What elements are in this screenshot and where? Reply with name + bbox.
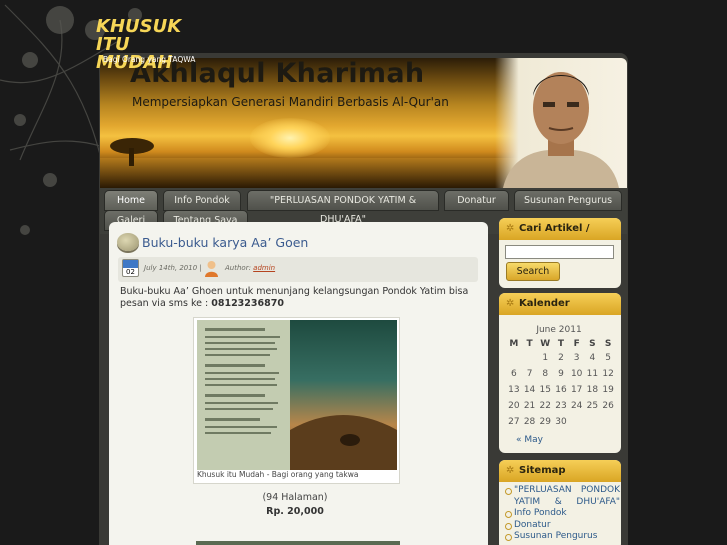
- image-caption: Khusuk itu Mudah - Bagi orang yang takwa: [197, 470, 359, 479]
- post-body: Buku-buku Aa’ Ghoen untuk menunjang kela…: [120, 286, 469, 309]
- star-icon: ✲: [506, 298, 515, 309]
- sitemap-heading: Sitemap: [519, 465, 566, 476]
- user-icon: [205, 261, 218, 277]
- search-input[interactable]: [505, 245, 614, 259]
- next-book-image: [196, 541, 400, 545]
- sitemap-item-info-pondok[interactable]: Info Pondok: [505, 508, 620, 520]
- calendar-grid: M T W T F S S 12345 6 7 8 9 10 11 12 13 14 15 16 1…: [508, 339, 614, 427]
- search-button[interactable]: Search: [506, 262, 560, 281]
- star-icon: ✲: [506, 465, 515, 476]
- calendar-heading: Kalender: [519, 298, 570, 309]
- page-count: (94 Halaman): [262, 492, 328, 503]
- book-cover-subtitle: Bagi Orang yang TAQWA: [103, 55, 196, 64]
- nav-susunan-pengurus[interactable]: Susunan Pengurus: [514, 190, 622, 211]
- calendar-prev-month-link[interactable]: « May: [516, 435, 543, 445]
- post-author: Author: admin: [225, 264, 276, 272]
- nav-home[interactable]: Home: [104, 190, 158, 211]
- author-link[interactable]: admin: [253, 264, 275, 272]
- calendar-icon: 02: [122, 259, 139, 277]
- calendar-month: June 2011: [536, 325, 582, 335]
- portrait-photo: [495, 58, 627, 188]
- post-date: July 14th, 2010 |: [144, 264, 202, 272]
- nav-info-pondok[interactable]: Info Pondok: [163, 190, 241, 211]
- star-icon: ✲: [506, 223, 515, 234]
- nav-donatur[interactable]: Donatur: [444, 190, 509, 211]
- date-badge: 02: [126, 268, 135, 276]
- nav-perluasan[interactable]: "PERLUASAN PONDOK YATIM & DHU'AFA": [247, 190, 439, 225]
- sitemap-list: "PERLUASAN PONDOK YATIM & DHU'AFA" Info …: [505, 485, 620, 543]
- post-title[interactable]: Buku-buku karya Aa’ Goen: [142, 235, 308, 250]
- tree-silhouette: [110, 138, 154, 166]
- phone-number: 08123236870: [211, 298, 284, 309]
- sitemap-item-perluasan[interactable]: "PERLUASAN PONDOK YATIM & DHU'AFA": [505, 485, 620, 508]
- bubble-icon: [117, 233, 139, 251]
- book-cover-image[interactable]: [197, 320, 397, 470]
- sitemap-item-donatur[interactable]: Donatur: [505, 520, 620, 532]
- site-tagline: Mempersiapkan Generasi Mandiri Berbasis …: [132, 95, 449, 109]
- price: Rp. 20,000: [266, 506, 324, 517]
- sitemap-item-susunan-pengurus[interactable]: Susunan Pengurus: [505, 531, 620, 543]
